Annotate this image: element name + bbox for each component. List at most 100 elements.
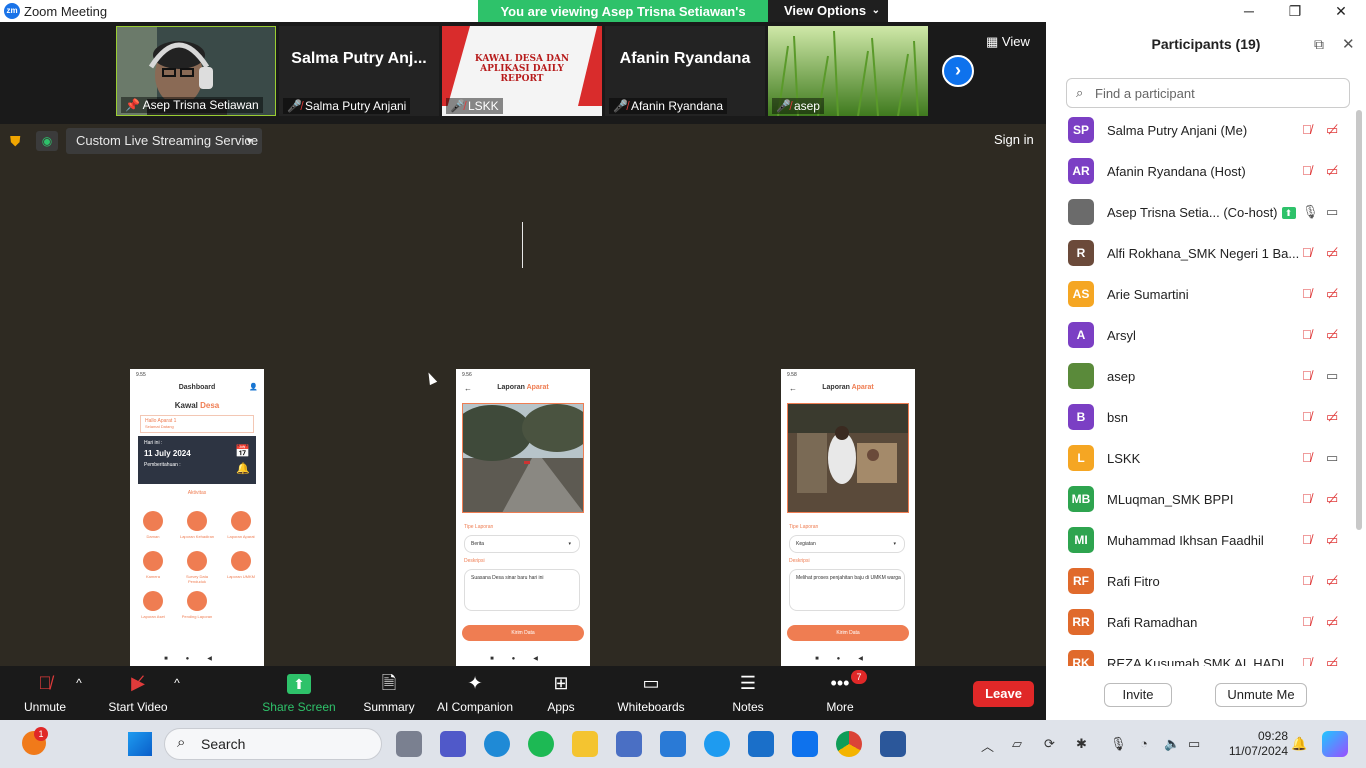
- notes-button[interactable]: ☰ Notes: [703, 672, 793, 714]
- word-icon[interactable]: [880, 731, 906, 757]
- participant-row[interactable]: MI Muhammad Ikhsan Faadhil 🎙̸ ▭̸: [1046, 520, 1356, 561]
- sync-icon[interactable]: ⟳: [1044, 736, 1055, 752]
- camera-off-icon[interactable]: ▭̸: [1326, 286, 1338, 302]
- close-panel-icon[interactable]: ✕: [1342, 35, 1355, 53]
- video-options-caret[interactable]: ^: [172, 676, 182, 690]
- unmute-me-button[interactable]: Unmute Me: [1215, 683, 1307, 707]
- help-icon[interactable]: [704, 731, 730, 757]
- mic-muted-icon[interactable]: 🎙̸: [1302, 409, 1312, 424]
- camera-off-icon[interactable]: ▭̸: [1326, 327, 1338, 343]
- microphone-icon[interactable]: 🎙: [1110, 736, 1127, 752]
- mic-muted-icon[interactable]: 🎙̸: [1302, 122, 1312, 137]
- mic-muted-icon[interactable]: 🎙̸: [1302, 532, 1312, 547]
- participant-row[interactable]: Asep Trisna Setia... (Co-host) ⬆ 🎙 ▭: [1046, 192, 1356, 233]
- view-options-button[interactable]: ⌄ View Options: [768, 0, 888, 22]
- participant-row[interactable]: Bbsn 🎙̸ ▭̸: [1046, 397, 1356, 438]
- panel-scrollbar[interactable]: [1356, 110, 1362, 530]
- drive-icon[interactable]: ▱: [1012, 736, 1022, 752]
- camera-off-icon[interactable]: ▭̸: [1326, 163, 1338, 179]
- participant-row[interactable]: R Alfi Rokhana_SMK Negeri 1 Ba... 🎙̸ ▭̸: [1046, 233, 1356, 274]
- sign-in-link[interactable]: Sign in: [994, 132, 1034, 147]
- camera-off-icon[interactable]: ▭̸: [1326, 573, 1338, 589]
- participant-row[interactable]: RK REZA Kusumah SMK AL HADI 🎙̸ ▭̸: [1046, 643, 1356, 666]
- mic-muted-icon[interactable]: 🎙̸: [1302, 655, 1312, 666]
- whiteboards-button[interactable]: ▭ Whiteboards: [606, 672, 696, 714]
- notification-bell-icon[interactable]: 🔔: [1291, 736, 1307, 752]
- copilot-icon[interactable]: [1322, 731, 1348, 757]
- participant-row[interactable]: SP Salma Putry Anjani (Me) 🎙̸ ▭̸: [1046, 110, 1356, 151]
- camera-off-icon[interactable]: ▭̸: [1326, 491, 1338, 507]
- mic-muted-icon[interactable]: 🎙̸: [1302, 491, 1312, 506]
- volume-icon[interactable]: 🔈: [1164, 736, 1180, 752]
- mic-muted-icon[interactable]: 🎙̸: [1302, 614, 1312, 629]
- zoom-taskbar-icon[interactable]: [792, 731, 818, 757]
- camera-off-icon[interactable]: ▭̸: [1326, 532, 1338, 548]
- start-video-button[interactable]: ▶̸ Start Video: [93, 672, 183, 714]
- camera-off-icon[interactable]: ▭̸: [1326, 409, 1338, 425]
- participant-row[interactable]: AS Arie Sumartini 🎙̸ ▭̸: [1046, 274, 1356, 315]
- mic-muted-icon[interactable]: 🎙̸: [1302, 327, 1312, 342]
- wifi-icon[interactable]: ◔: [1140, 736, 1148, 751]
- system-clock[interactable]: 09:28 11/07/2024: [1222, 729, 1288, 759]
- more-button[interactable]: ••• More: [795, 672, 885, 714]
- share-screen-button[interactable]: ⬆ Share Screen: [254, 672, 344, 714]
- edge-icon[interactable]: [484, 731, 510, 757]
- mic-muted-icon[interactable]: 🎙̸: [1302, 245, 1312, 260]
- participant-row[interactable]: A Arsyl 🎙̸ ▭̸: [1046, 315, 1356, 356]
- mic-muted-icon[interactable]: 🎙̸: [1302, 450, 1312, 465]
- participant-row[interactable]: asep 🎙̸ ▭: [1046, 356, 1356, 397]
- camera-off-icon[interactable]: ▭̸: [1326, 245, 1338, 261]
- audio-options-caret[interactable]: ^: [74, 676, 84, 690]
- file-explorer-icon[interactable]: [572, 731, 598, 757]
- participant-row[interactable]: RR Rafi Ramadhan 🎙̸ ▭̸: [1046, 602, 1356, 643]
- invite-button[interactable]: Invite: [1104, 683, 1172, 707]
- mic-muted-icon[interactable]: 🎙̸: [1302, 368, 1312, 383]
- mic-icon[interactable]: 🎙: [1302, 204, 1319, 220]
- windows-start-icon[interactable]: [128, 732, 152, 756]
- chrome-icon[interactable]: [836, 731, 862, 757]
- participant-name-label: 📌 Asep Trisna Setiawan: [121, 97, 263, 113]
- battery-icon[interactable]: ▭: [1188, 736, 1200, 752]
- video-thumb-asep[interactable]: 🎤̸ asep: [768, 26, 928, 116]
- mic-muted-icon[interactable]: 🎙̸: [1302, 573, 1312, 588]
- maximize-button[interactable]: ❐: [1272, 0, 1318, 22]
- tray-overflow-icon[interactable]: ︿: [981, 736, 994, 755]
- shield-icon[interactable]: ⛊: [10, 133, 26, 149]
- mic-muted-icon[interactable]: 🎙̸: [1302, 163, 1312, 178]
- participant-row[interactable]: RF Rafi Fitro 🎙̸ ▭̸: [1046, 561, 1356, 602]
- camera-icon[interactable]: ▭: [1326, 368, 1338, 384]
- summary-button[interactable]: 🗎 Summary: [344, 672, 434, 714]
- camera-icon[interactable]: ▭: [1326, 450, 1338, 466]
- taskbar-search-box[interactable]: ⌕ Search: [164, 728, 382, 760]
- live-stream-icon[interactable]: ◉: [36, 131, 58, 151]
- leave-button[interactable]: Leave: [973, 681, 1034, 707]
- participant-row[interactable]: MB MLuqman_SMK BPPI 🎙̸ ▭̸: [1046, 479, 1356, 520]
- next-page-button[interactable]: ›: [942, 55, 974, 87]
- camera-off-icon[interactable]: ▭̸: [1326, 122, 1338, 138]
- teams-icon[interactable]: [440, 731, 466, 757]
- participant-search-input[interactable]: ⌕ Find a participant: [1066, 78, 1350, 108]
- participant-row[interactable]: AR Afanin Ryandana (Host) 🎙̸ ▭̸: [1046, 151, 1356, 192]
- camera-off-icon[interactable]: ▭̸: [1326, 614, 1338, 630]
- pop-out-icon[interactable]: ⧉: [1314, 36, 1324, 53]
- calculator-icon[interactable]: [616, 731, 642, 757]
- task-view-icon[interactable]: [396, 731, 422, 757]
- bluetooth-icon[interactable]: ✱: [1076, 736, 1087, 752]
- participant-row[interactable]: L LSKK 🎙̸ ▭: [1046, 438, 1356, 479]
- video-thumb-salma[interactable]: Salma Putry Anj... 🎤̸ Salma Putry Anjani: [279, 26, 439, 116]
- news-icon[interactable]: [748, 731, 774, 757]
- mic-muted-icon[interactable]: 🎙̸: [1302, 286, 1312, 301]
- video-thumb-asep-trisna[interactable]: 📌 Asep Trisna Setiawan: [116, 26, 276, 116]
- ai-companion-button[interactable]: ✦ AI Companion: [430, 672, 520, 714]
- store-icon[interactable]: [660, 731, 686, 757]
- spotify-icon[interactable]: [528, 731, 554, 757]
- video-thumb-lskk[interactable]: KAWAL DESA DAN APLIKASI DAILY REPORT 🎤̸ L…: [442, 26, 602, 116]
- minimize-button[interactable]: ─: [1226, 0, 1272, 22]
- view-button[interactable]: ▦ View: [986, 34, 1030, 50]
- video-thumb-afanin[interactable]: Afanin Ryandana 🎤̸ Afanin Ryandana: [605, 26, 765, 116]
- camera-icon[interactable]: ▭: [1326, 204, 1338, 220]
- camera-off-icon[interactable]: ▭̸: [1326, 655, 1338, 666]
- close-button[interactable]: ✕: [1318, 0, 1364, 22]
- live-streaming-dropdown[interactable]: Custom Live Streaming Service ▼: [66, 128, 262, 154]
- apps-button[interactable]: ⊞ Apps: [516, 672, 606, 714]
